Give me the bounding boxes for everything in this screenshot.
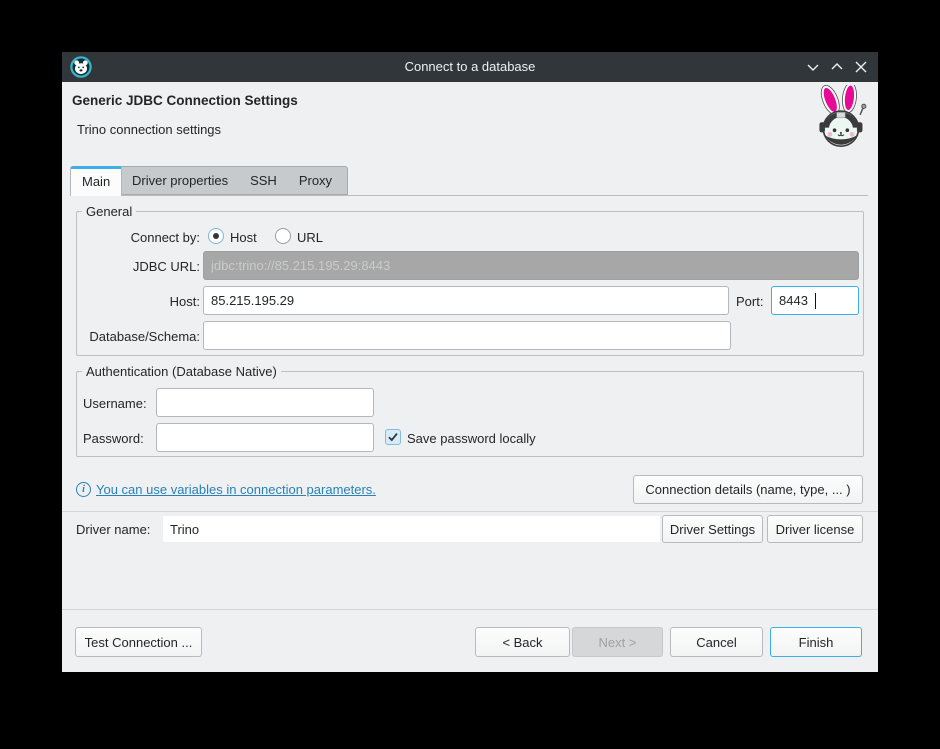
text-caret	[815, 293, 816, 309]
checkmark-icon	[386, 430, 400, 444]
connect-database-dialog: Connect to a database Generic JDBC Conne…	[62, 52, 878, 672]
minimize-icon[interactable]	[804, 59, 822, 75]
host-input[interactable]	[203, 286, 729, 315]
back-button[interactable]: < Back	[475, 627, 570, 657]
save-password-checkbox[interactable]	[385, 429, 401, 445]
general-group-label: General	[82, 204, 136, 219]
connect-by-host-radio[interactable]	[208, 228, 224, 244]
tab-strip: Driver properties SSH Proxy	[116, 166, 348, 195]
tab-driver-properties[interactable]: Driver properties	[121, 167, 239, 194]
titlebar[interactable]: Connect to a database	[62, 52, 878, 82]
database-schema-input[interactable]	[203, 321, 731, 350]
jdbc-url-field	[203, 251, 859, 280]
footer-separator	[62, 609, 878, 610]
authentication-group: Authentication (Database Native) Usernam…	[76, 371, 864, 457]
driver-separator	[62, 511, 878, 512]
maximize-icon[interactable]	[828, 59, 846, 75]
save-password-label: Save password locally	[407, 431, 536, 446]
connection-details-button[interactable]: Connection details (name, type, ... )	[633, 475, 863, 504]
database-schema-label: Database/Schema:	[83, 329, 200, 344]
authentication-group-label: Authentication (Database Native)	[82, 364, 281, 379]
tab-ssh[interactable]: SSH	[239, 167, 288, 194]
connect-by-host-radio-label: Host	[230, 230, 257, 245]
username-input[interactable]	[156, 388, 374, 417]
desktop-background: Connect to a database Generic JDBC Conne…	[0, 0, 940, 749]
variables-hint-link[interactable]: You can use variables in connection para…	[96, 482, 376, 497]
tab-main[interactable]: Main	[70, 166, 122, 196]
test-connection-button[interactable]: Test Connection ...	[75, 627, 202, 657]
tab-proxy[interactable]: Proxy	[288, 167, 343, 194]
close-icon[interactable]	[852, 59, 870, 75]
page-title: Generic JDBC Connection Settings	[72, 93, 298, 108]
port-label: Port:	[736, 294, 763, 309]
connect-by-label: Connect by:	[83, 230, 200, 245]
driver-settings-button[interactable]: Driver Settings	[662, 515, 763, 543]
finish-button[interactable]: Finish	[770, 627, 862, 657]
jdbc-url-label: JDBC URL:	[83, 259, 200, 274]
info-icon: i	[76, 482, 91, 497]
trino-bunny-logo	[814, 85, 870, 151]
password-input[interactable]	[156, 423, 374, 452]
window-title: Connect to a database	[62, 59, 878, 74]
driver-license-button[interactable]: Driver license	[767, 515, 863, 543]
host-label: Host:	[83, 294, 200, 309]
driver-name-label: Driver name:	[76, 522, 150, 537]
general-group: General Connect by: Host URL JDBC URL: H…	[76, 211, 864, 356]
cancel-button[interactable]: Cancel	[670, 627, 763, 657]
username-label: Username:	[83, 396, 147, 411]
next-button: Next >	[572, 627, 663, 657]
tab-bottom-border	[70, 195, 868, 196]
connect-by-url-radio[interactable]	[275, 228, 291, 244]
connect-by-url-radio-label: URL	[297, 230, 323, 245]
driver-name-field: Trino	[163, 516, 660, 542]
password-label: Password:	[83, 431, 144, 446]
page-subtitle: Trino connection settings	[77, 122, 221, 137]
